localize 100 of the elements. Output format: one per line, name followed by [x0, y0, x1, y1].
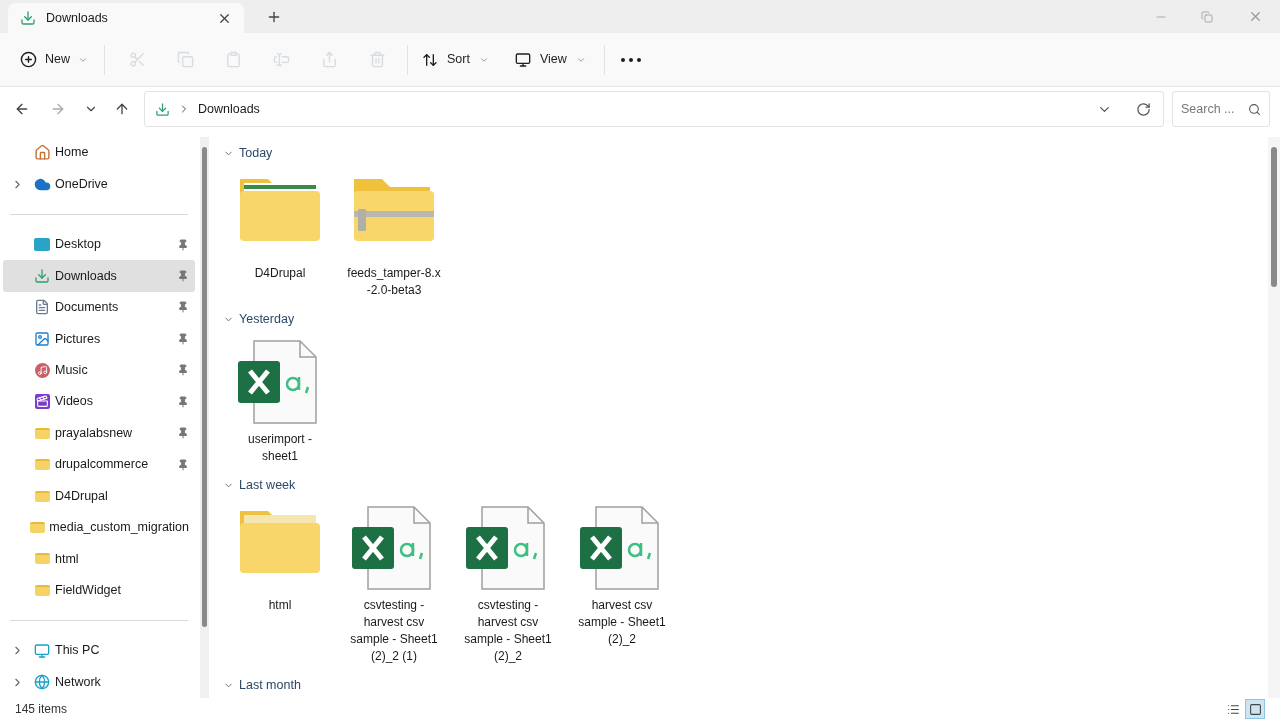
pin-icon[interactable] [177, 301, 189, 314]
sidebar-label: Network [55, 673, 102, 691]
group-header[interactable]: Last week [223, 477, 1268, 493]
file-name: D4Drupal [254, 265, 306, 282]
sidebar-item[interactable]: OneDrive [3, 168, 195, 200]
scrollbar[interactable] [1268, 137, 1280, 698]
group-header[interactable]: Last month [223, 677, 1268, 693]
tab-title: Downloads [46, 9, 109, 27]
sidebar-label: media_custom_migration [49, 519, 189, 537]
folder-icon [34, 459, 50, 471]
sidebar-label: prayalabsnew [55, 424, 134, 442]
sidebar-item[interactable]: This PC [3, 635, 195, 667]
download-icon [155, 101, 170, 117]
file-tile[interactable]: csvtesting - harvest csv sample - Sheet1 (2)_2 [451, 505, 565, 665]
download-icon [20, 10, 36, 26]
sidebar-label: D4Drupal [55, 487, 109, 505]
file-tile[interactable]: D4Drupal [223, 173, 337, 299]
sidebar-item[interactable]: Pictures [3, 323, 195, 355]
up-icon[interactable] [114, 101, 130, 117]
sidebar-label: Music [55, 361, 89, 379]
folder-icon [34, 490, 50, 502]
pin-icon[interactable] [177, 427, 189, 440]
document-icon [34, 299, 50, 316]
file-name: csvtesting - harvest csv sample - Sheet1 (2)_2 (1) [350, 597, 438, 665]
network-icon [34, 674, 50, 691]
search-field[interactable]: Search ... [1172, 91, 1270, 127]
monitor-icon [514, 51, 531, 68]
group-header[interactable]: Yesterday [223, 311, 1268, 327]
sort-arrows-icon [422, 51, 438, 68]
sidebar-label: Videos [55, 393, 94, 411]
pin-icon[interactable] [177, 458, 189, 471]
file-name: harvest csv sample - Sheet1 (2)_2 [578, 597, 666, 648]
file-tile[interactable]: html [223, 505, 337, 665]
folder-icon [34, 584, 50, 596]
video-icon [34, 394, 50, 410]
view-button[interactable]: View [506, 42, 594, 77]
back-icon[interactable] [14, 101, 30, 117]
sidebar-item[interactable]: Downloads [3, 260, 195, 292]
sidebar-label: drupalcommerce [55, 456, 150, 474]
plus-icon [20, 51, 37, 68]
file-name: feeds_tamper-8.x -2.0-beta3 [347, 265, 441, 299]
sidebar-item[interactable]: Desktop [3, 228, 195, 261]
computer-icon [34, 642, 50, 659]
file-tile[interactable]: csvtesting - harvest csv sample - Sheet1 (2)_2 (1) [337, 505, 451, 665]
desktop-icon [34, 238, 50, 252]
sidebar-item[interactable]: D4Drupal [3, 480, 195, 512]
rename-icon [272, 51, 290, 68]
sidebar-item[interactable]: drupalcommerce [3, 448, 195, 481]
sidebar-item[interactable]: Documents [3, 291, 195, 324]
tab[interactable]: Downloads [8, 3, 244, 33]
group-header[interactable]: Today [223, 145, 1268, 161]
breadcrumb[interactable]: Downloads [198, 99, 260, 119]
file-tile[interactable]: feeds_tamper-8.x -2.0-beta3 [337, 173, 451, 299]
copy-icon [176, 51, 194, 68]
scrollbar[interactable] [200, 137, 209, 698]
tiles-view-button[interactable] [1245, 699, 1265, 719]
sidebar-item[interactable]: html [3, 543, 195, 575]
sidebar-label: FieldWidget [55, 582, 122, 599]
file-tile[interactable]: harvest csv sample - Sheet1 (2)_2 [565, 505, 679, 665]
paste-icon [224, 51, 242, 68]
sidebar-label: Pictures [55, 330, 102, 348]
file-name: userimport - sheet1 [248, 431, 312, 465]
sidebar-item[interactable]: Network [3, 666, 195, 698]
sidebar-item[interactable]: Music [3, 354, 195, 387]
new-tab-icon[interactable] [266, 9, 282, 25]
sidebar-label: Home [55, 144, 90, 162]
more-icon [620, 57, 641, 62]
sidebar-label: OneDrive [55, 175, 109, 193]
sidebar-item[interactable]: Videos [3, 386, 195, 418]
sidebar-label: This PC [55, 642, 101, 660]
sidebar-item[interactable]: FieldWidget [3, 574, 195, 607]
pin-icon[interactable] [177, 364, 189, 377]
pin-icon[interactable] [177, 332, 189, 345]
sidebar-item[interactable]: media_custom_migration [3, 511, 195, 544]
square-icon [1248, 702, 1262, 716]
address-bar[interactable]: Downloads [144, 91, 1164, 127]
sidebar-item[interactable]: prayalabsnew [3, 417, 195, 449]
pin-icon[interactable] [177, 270, 189, 282]
cut-icon [128, 51, 146, 68]
music-icon [34, 362, 50, 378]
folder-icon [30, 522, 46, 533]
pin-icon[interactable] [177, 238, 189, 251]
share-icon [320, 51, 338, 68]
sidebar-label: html [55, 550, 80, 568]
sidebar-item[interactable]: Home [3, 137, 195, 169]
sidebar-label: Downloads [55, 267, 118, 285]
pin-icon[interactable] [177, 395, 189, 408]
download-icon [34, 268, 50, 284]
refresh-icon[interactable] [1136, 101, 1151, 117]
picture-icon [34, 330, 50, 347]
file-name: html [268, 597, 292, 614]
list-icon [1226, 702, 1240, 716]
delete-icon [368, 51, 386, 68]
new-button[interactable]: New [12, 42, 96, 77]
item-count: 145 items [15, 701, 69, 718]
home-icon [33, 144, 51, 162]
file-tile[interactable]: userimport - sheet1 [223, 339, 337, 465]
folder-icon [34, 427, 50, 439]
sort-button[interactable]: Sort [414, 42, 497, 77]
file-name: csvtesting - harvest csv sample - Sheet1 (2)_2 [464, 597, 552, 665]
